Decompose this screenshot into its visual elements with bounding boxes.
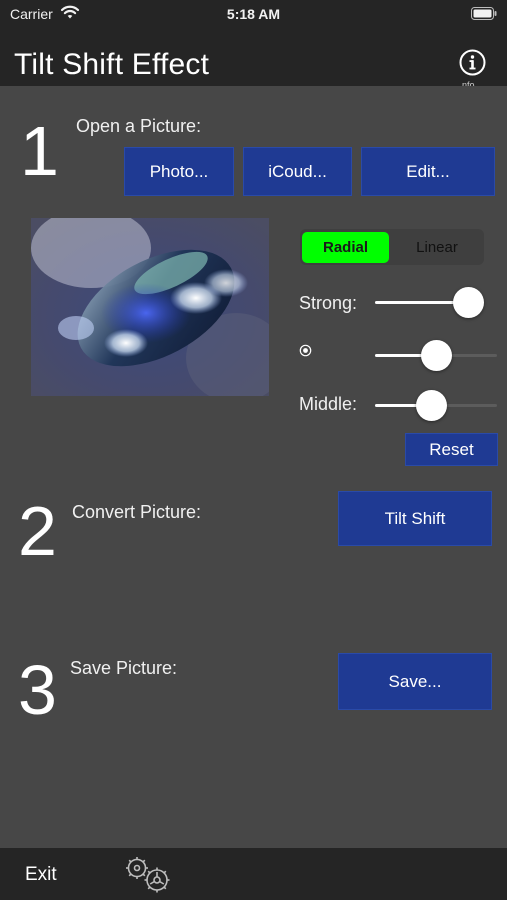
exit-button[interactable]: Exit [25, 864, 57, 886]
page-title: Tilt Shift Effect [14, 48, 210, 81]
step-3-number: 3 [18, 651, 57, 729]
edit-button[interactable]: Edit... [361, 147, 495, 196]
reset-button[interactable]: Reset [405, 433, 498, 466]
icloud-button[interactable]: iCoud... [243, 147, 352, 196]
segment-radial[interactable]: Radial [302, 232, 389, 263]
middle-slider-thumb[interactable] [416, 390, 447, 421]
preview-image [31, 218, 269, 396]
tilt-shift-button[interactable]: Tilt Shift [338, 491, 492, 546]
info-caption: nfo [462, 80, 475, 86]
info-icon[interactable] [459, 49, 486, 76]
strong-label: Strong: [299, 293, 358, 313]
position-slider-thumb[interactable] [421, 340, 452, 371]
strong-slider[interactable] [375, 287, 484, 318]
status-bar: Carrier 5:18 AM [0, 0, 507, 28]
middle-label: Middle: [299, 394, 358, 414]
navigation-bar: Tilt Shift Effect nfo [0, 28, 507, 86]
bottom-toolbar: Exit [0, 848, 507, 900]
position-slider[interactable] [375, 340, 497, 371]
step-1-label: Open a Picture: [76, 116, 202, 136]
picture-preview [31, 218, 269, 396]
step-3-label: Save Picture: [70, 658, 178, 678]
gears-icon[interactable] [122, 854, 174, 894]
battery-icon [471, 7, 497, 20]
save-button[interactable]: Save... [338, 653, 492, 710]
step-2-number: 2 [18, 492, 57, 570]
segment-linear[interactable]: Linear [392, 232, 482, 263]
photo-button[interactable]: Photo... [124, 147, 234, 196]
strong-slider-thumb[interactable] [453, 287, 484, 318]
mode-segmented-control: Radial Linear [300, 229, 484, 265]
step-2-label: Convert Picture: [72, 502, 202, 522]
status-time: 5:18 AM [226, 6, 281, 22]
radio-target-icon [299, 344, 312, 357]
step-1-number: 1 [20, 112, 59, 190]
middle-slider[interactable] [375, 390, 497, 421]
